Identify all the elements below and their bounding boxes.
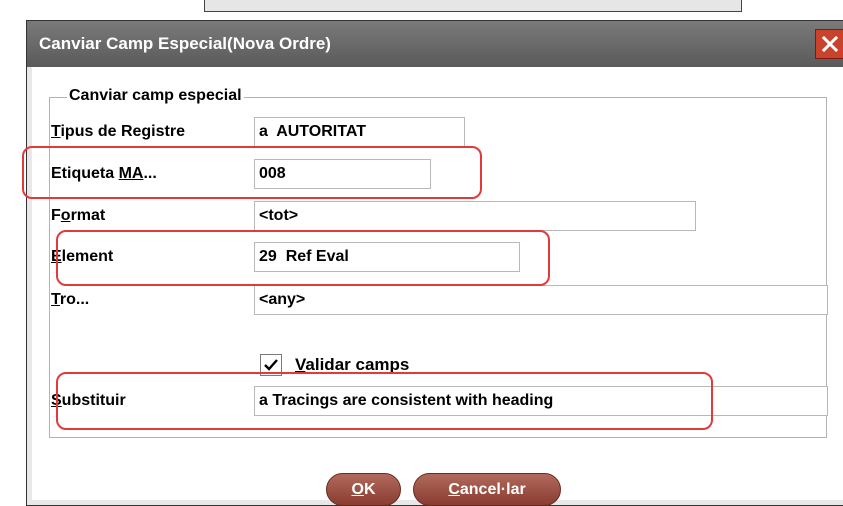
- background-window-edge: [204, 0, 742, 12]
- title-bar[interactable]: Canviar Camp Especial(Nova Ordre): [27, 21, 843, 67]
- etiqueta-label: Etiqueta MA...: [51, 165, 157, 182]
- substituir-label: Substituir: [51, 392, 126, 409]
- element-label: Element: [51, 248, 114, 265]
- cancel-button[interactable]: Cancel·lar: [413, 473, 561, 506]
- tro-field[interactable]: <any>: [254, 285, 828, 315]
- close-icon: [822, 36, 838, 52]
- validar-camps-checkbox[interactable]: [260, 354, 282, 376]
- tipus-registre-field[interactable]: a AUTORITAT: [254, 117, 465, 147]
- format-field[interactable]: <tot>: [254, 201, 696, 231]
- format-label: Format: [51, 207, 106, 224]
- etiqueta-field[interactable]: 008: [254, 159, 431, 189]
- close-button[interactable]: [815, 29, 843, 59]
- dialog-content: Canviar camp especial Tipus de Registre …: [32, 67, 843, 506]
- group-title: Canviar camp especial: [67, 87, 244, 105]
- validar-camps-label[interactable]: Validar camps: [295, 350, 409, 380]
- tro-label: Tro...: [51, 291, 90, 308]
- checkmark-icon: [264, 359, 278, 371]
- dialog-title: Canviar Camp Especial(Nova Ordre): [39, 34, 331, 53]
- substituir-field[interactable]: a Tracings are consistent with heading: [254, 386, 828, 416]
- dialog-window: Canviar Camp Especial(Nova Ordre) Canvia…: [26, 20, 843, 506]
- tipus-registre-label: Tipus de Registre: [51, 123, 185, 140]
- ok-button[interactable]: OK: [326, 473, 401, 506]
- element-field[interactable]: 29 Ref Eval: [254, 242, 520, 272]
